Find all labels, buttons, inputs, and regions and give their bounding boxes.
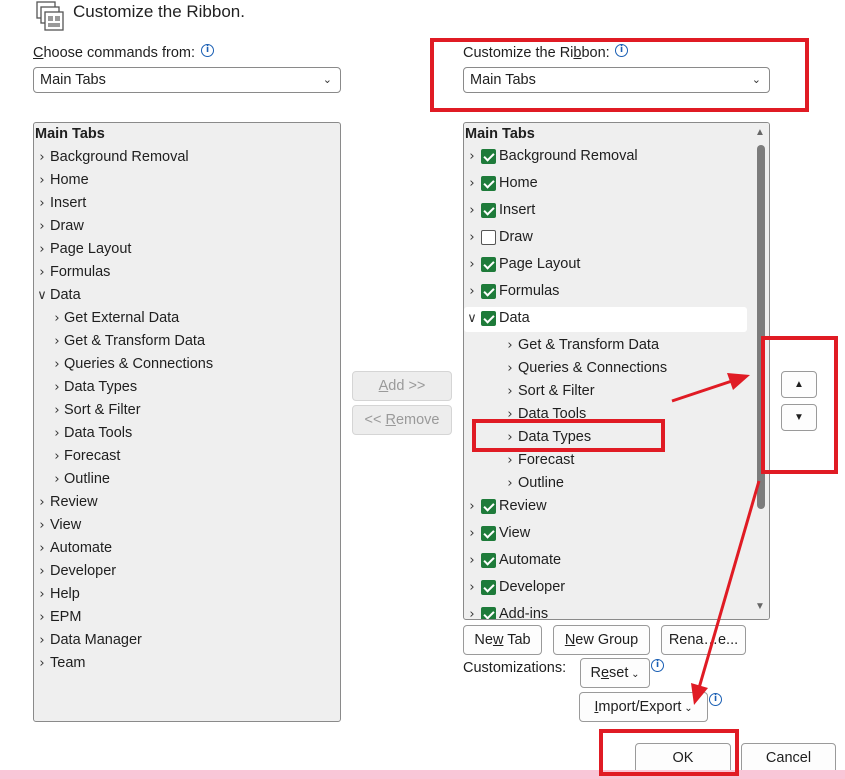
annotation-arrow: [671, 379, 733, 403]
annotation-arrow: [697, 480, 761, 689]
arrow-head-icon: [727, 373, 750, 390]
annotation-arrows: [671, 373, 761, 705]
arrow-head-icon: [691, 683, 708, 705]
